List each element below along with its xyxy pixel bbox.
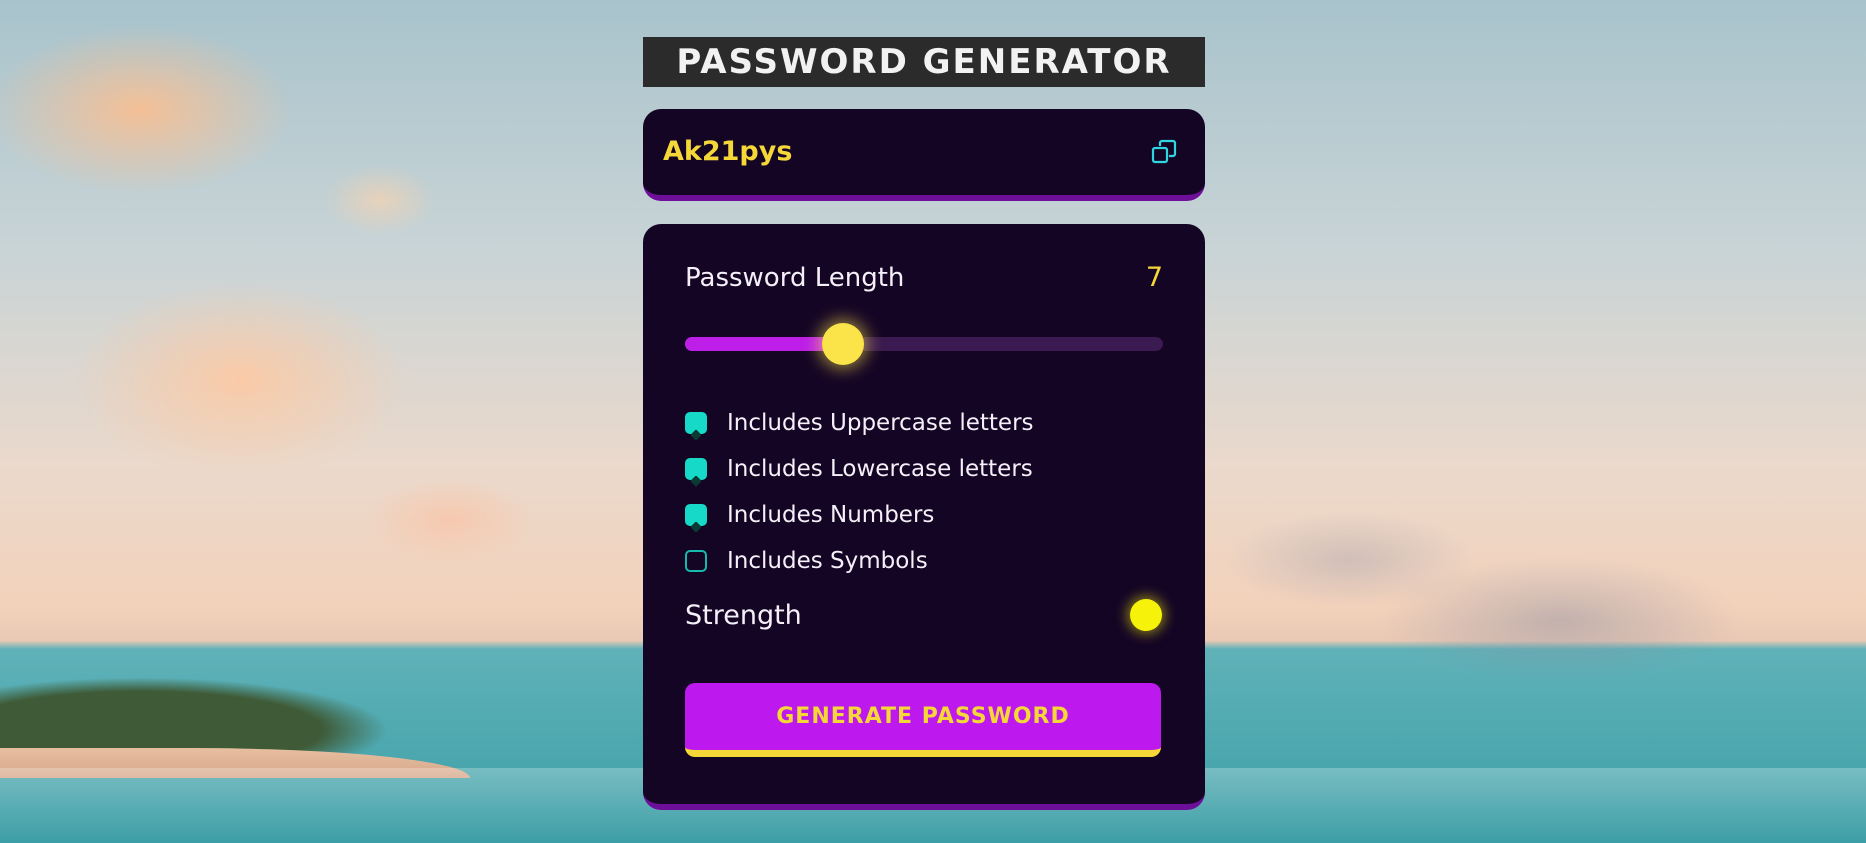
password-output-box: Ak21pys <box>643 109 1205 201</box>
options-list: Includes Uppercase letters Includes Lowe… <box>685 400 1034 584</box>
strength-indicator <box>1130 599 1162 631</box>
symbols-label: Includes Symbols <box>727 548 928 574</box>
symbols-checkbox[interactable] <box>685 550 707 572</box>
numbers-checkbox[interactable] <box>685 504 707 526</box>
strength-label: Strength <box>685 599 802 631</box>
password-generator-app: PASSWORD GENERATOR Ak21pys Password Leng… <box>643 37 1205 810</box>
option-symbols[interactable]: Includes Symbols <box>685 538 1034 584</box>
generate-button-label: GENERATE PASSWORD <box>776 704 1070 729</box>
uppercase-label: Includes Uppercase letters <box>727 410 1034 436</box>
generate-password-button[interactable]: GENERATE PASSWORD <box>685 683 1161 757</box>
length-slider-thumb[interactable] <box>821 323 864 365</box>
numbers-label: Includes Numbers <box>727 502 935 528</box>
uppercase-checkbox[interactable] <box>685 412 707 434</box>
copy-icon[interactable] <box>1151 139 1177 165</box>
length-label: Password Length <box>685 263 905 293</box>
page-title: PASSWORD GENERATOR <box>676 42 1172 82</box>
option-numbers[interactable]: Includes Numbers <box>685 492 1034 538</box>
settings-panel: Password Length 7 Includes Uppercase let… <box>643 224 1205 810</box>
length-slider-fill <box>685 337 843 351</box>
lowercase-label: Includes Lowercase letters <box>727 456 1033 482</box>
length-value: 7 <box>1145 262 1163 293</box>
lowercase-checkbox[interactable] <box>685 458 707 480</box>
strength-row: Strength <box>685 599 1163 631</box>
title-bar: PASSWORD GENERATOR <box>643 37 1205 87</box>
generated-password: Ak21pys <box>663 136 793 167</box>
background-island <box>0 650 490 760</box>
length-slider[interactable] <box>685 323 1163 365</box>
option-lowercase[interactable]: Includes Lowercase letters <box>685 446 1034 492</box>
length-row: Password Length 7 <box>685 262 1163 293</box>
option-uppercase[interactable]: Includes Uppercase letters <box>685 400 1034 446</box>
